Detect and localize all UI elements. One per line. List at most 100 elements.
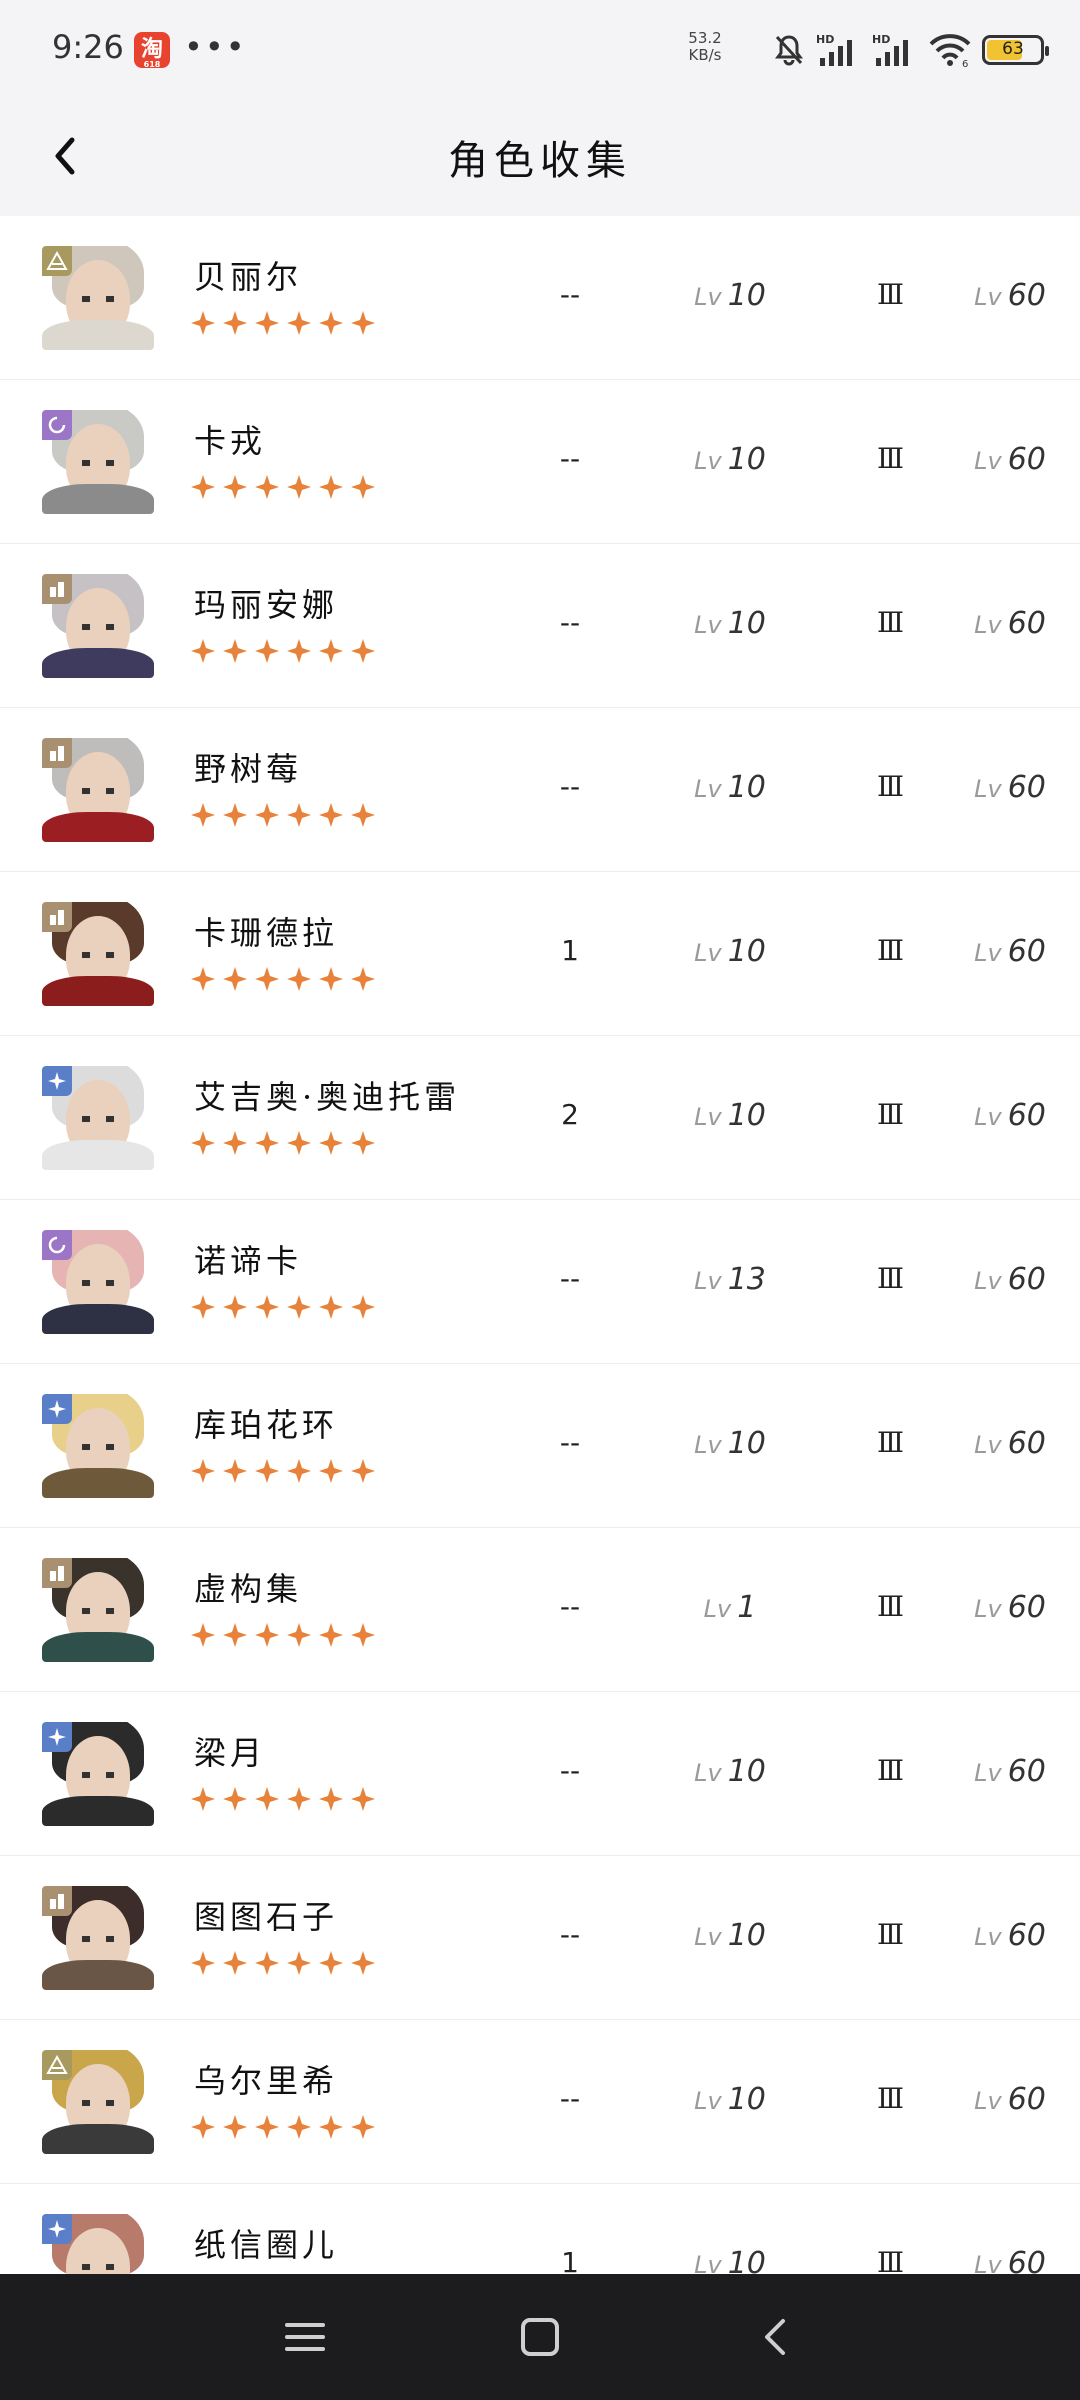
level-value: 10 <box>727 1426 766 1461</box>
star-icon <box>287 1787 311 1811</box>
home-button[interactable] <box>505 2304 575 2370</box>
character-row[interactable]: 艾吉奥·奥迪托雷 2 Lv 10 Ⅲ Lv 60 <box>0 1036 1080 1200</box>
recent-apps-button[interactable] <box>270 2304 340 2370</box>
character-max-level: Lv 60 <box>950 2082 1070 2117</box>
level-prefix: Lv <box>694 775 722 803</box>
home-square-icon <box>521 2318 559 2356</box>
character-row[interactable]: 纸信圈儿 1 Lv 10 Ⅲ Lv 60 <box>0 2184 1080 2274</box>
star-icon <box>351 639 375 663</box>
character-name: 纸信圈儿 <box>194 2226 339 2264</box>
max-level-prefix: Lv <box>974 775 1002 803</box>
character-row[interactable]: 图图石子 -- Lv 10 Ⅲ Lv 60 <box>0 1856 1080 2020</box>
battery-icon: 63 <box>982 35 1049 65</box>
character-row[interactable]: 卡戎 -- Lv 10 Ⅲ Lv 60 <box>0 380 1080 544</box>
max-level-value: 60 <box>1007 770 1046 805</box>
character-portrait <box>42 1230 154 1334</box>
character-rarity-stars <box>190 1294 376 1320</box>
character-row[interactable]: 卡珊德拉 1 Lv 10 Ⅲ Lv 60 <box>0 872 1080 1036</box>
star-icon <box>287 967 311 991</box>
back-triangle-icon <box>765 2319 785 2355</box>
system-nav-bar <box>0 2274 1080 2400</box>
star-icon <box>223 1459 247 1483</box>
character-rank: -- <box>559 1590 581 1623</box>
character-portrait <box>42 738 154 842</box>
character-level: Lv 10 <box>660 606 800 641</box>
character-portrait <box>42 902 154 1006</box>
star-icon <box>191 1951 215 1975</box>
star-icon <box>319 1623 343 1647</box>
star-icon <box>223 1131 247 1155</box>
character-tier: Ⅲ <box>876 1262 904 1295</box>
character-level: Lv 10 <box>660 2082 800 2117</box>
character-rarity-stars <box>190 1458 376 1484</box>
character-row[interactable]: 梁月 -- Lv 10 Ⅲ Lv 60 <box>0 1692 1080 1856</box>
character-row[interactable]: 野树莓 -- Lv 10 Ⅲ Lv 60 <box>0 708 1080 872</box>
level-prefix: Lv <box>694 939 722 967</box>
character-list[interactable]: 贝丽尔 -- Lv 10 Ⅲ Lv 60 卡戎 -- Lv 10 Ⅲ Lv 60 玛丽安娜 -- Lv 10 Ⅲ Lv… <box>0 216 1080 2274</box>
level-value: 10 <box>727 442 766 477</box>
star-icon <box>191 967 215 991</box>
character-name: 诺谛卡 <box>194 1242 303 1280</box>
star-icon <box>287 311 311 335</box>
star-icon <box>287 803 311 827</box>
star-icon <box>255 1623 279 1647</box>
character-portrait <box>42 574 154 678</box>
level-prefix: Lv <box>694 1431 722 1459</box>
wifi-icon: 6 <box>929 34 971 68</box>
max-level-prefix: Lv <box>974 1595 1002 1623</box>
star-icon <box>319 2115 343 2139</box>
character-max-level: Lv 60 <box>950 934 1070 969</box>
star-icon <box>287 1951 311 1975</box>
star-icon <box>287 639 311 663</box>
character-row[interactable]: 诺谛卡 -- Lv 13 Ⅲ Lv 60 <box>0 1200 1080 1364</box>
character-level: Lv 1 <box>660 1590 800 1625</box>
star-icon <box>255 475 279 499</box>
system-back-button[interactable] <box>740 2304 810 2370</box>
star-icon <box>191 1131 215 1155</box>
level-value: 10 <box>727 1754 766 1789</box>
star-icon <box>319 639 343 663</box>
star-icon <box>255 1295 279 1319</box>
level-value: 10 <box>727 606 766 641</box>
character-row[interactable]: 玛丽安娜 -- Lv 10 Ⅲ Lv 60 <box>0 544 1080 708</box>
star-icon <box>319 1951 343 1975</box>
character-name: 图图石子 <box>194 1898 339 1936</box>
character-tier: Ⅲ <box>876 278 904 311</box>
page-header: 角色收集 <box>0 98 1080 216</box>
level-value: 10 <box>727 1098 766 1133</box>
star-icon <box>223 1295 247 1319</box>
character-class-icon <box>42 1558 72 1588</box>
character-row[interactable]: 乌尔里希 -- Lv 10 Ⅲ Lv 60 <box>0 2020 1080 2184</box>
character-max-level: Lv 60 <box>950 1262 1070 1297</box>
star-icon <box>255 967 279 991</box>
character-tier: Ⅲ <box>876 934 904 967</box>
max-level-prefix: Lv <box>974 1759 1002 1787</box>
star-icon <box>255 1131 279 1155</box>
character-level: Lv 10 <box>660 934 800 969</box>
character-max-level: Lv 60 <box>950 1426 1070 1461</box>
character-class-icon <box>42 410 72 440</box>
star-icon <box>223 967 247 991</box>
max-level-value: 60 <box>1007 442 1046 477</box>
status-time: 9:26 <box>52 28 124 66</box>
character-name: 贝丽尔 <box>194 258 303 296</box>
character-portrait <box>42 1558 154 1662</box>
hd-signal-icon: HD <box>816 33 852 66</box>
character-row[interactable]: 虚构集 -- Lv 1 Ⅲ Lv 60 <box>0 1528 1080 1692</box>
star-icon <box>287 1459 311 1483</box>
character-row[interactable]: 库珀花环 -- Lv 10 Ⅲ Lv 60 <box>0 1364 1080 1528</box>
star-icon <box>287 2115 311 2139</box>
star-icon <box>191 311 215 335</box>
status-icons: HD HD 6 63 <box>772 30 1049 70</box>
star-icon <box>351 1459 375 1483</box>
character-class-icon <box>42 1394 72 1424</box>
bell-muted-icon <box>775 35 803 66</box>
character-tier: Ⅲ <box>876 1426 904 1459</box>
star-icon <box>191 803 215 827</box>
character-level: Lv 10 <box>660 1918 800 1953</box>
character-rank: -- <box>559 1754 581 1787</box>
character-portrait <box>42 1886 154 1990</box>
character-row[interactable]: 贝丽尔 -- Lv 10 Ⅲ Lv 60 <box>0 216 1080 380</box>
max-level-prefix: Lv <box>974 283 1002 311</box>
max-level-value: 60 <box>1007 278 1046 313</box>
